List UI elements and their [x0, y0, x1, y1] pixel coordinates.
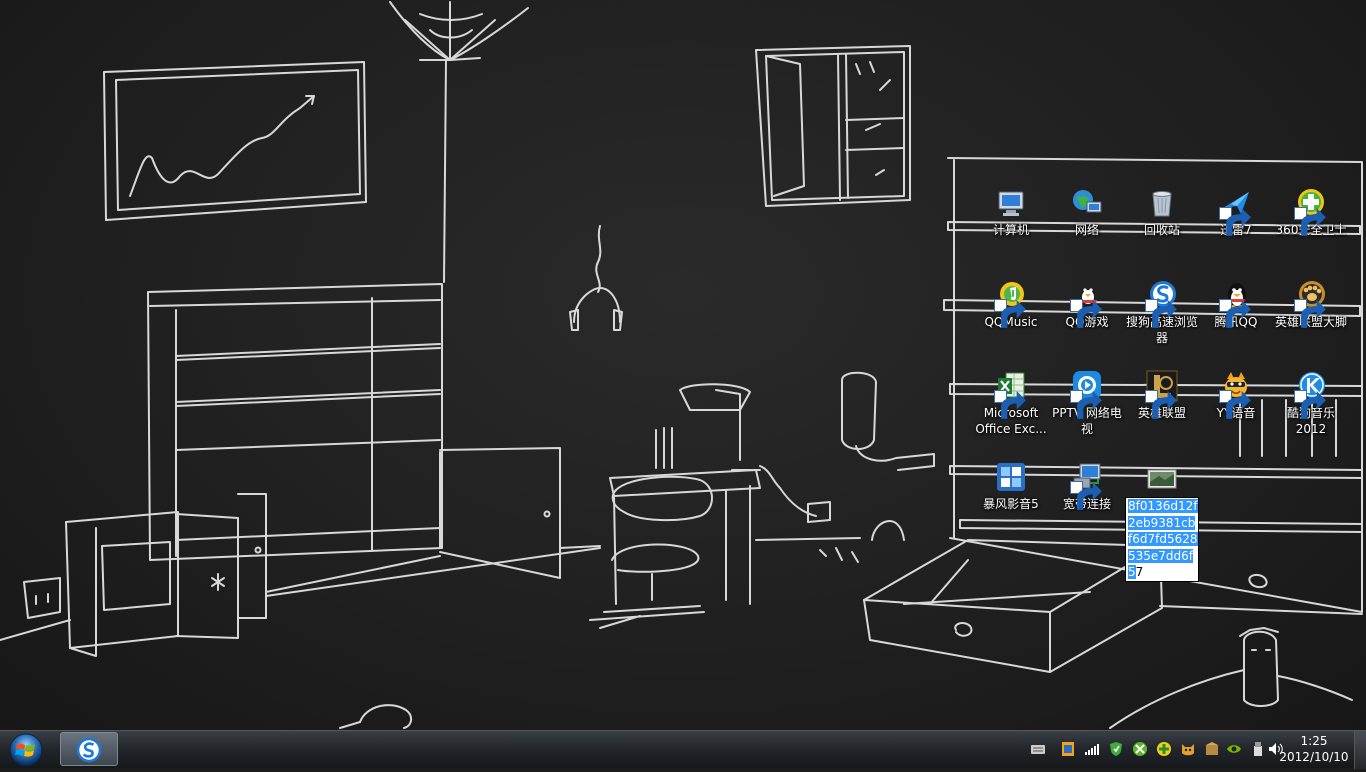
recycle-bin-icon — [1145, 186, 1179, 220]
shortcut-arrow-icon — [1294, 299, 1326, 328]
image-file-icon — [1145, 460, 1179, 494]
desktop-icon-qq[interactable]: 腾讯QQ — [1198, 278, 1274, 330]
shortcut-arrow-icon — [1070, 299, 1102, 328]
desktop-icon-broadband[interactable]: 宽带连接 — [1049, 460, 1125, 512]
desktop-icon-label: 计算机 — [992, 223, 1029, 237]
taskbar-clock[interactable]: 1:25 2012/10/10 — [1276, 733, 1352, 765]
taskbar: 1:25 2012/10/10 — [0, 730, 1366, 769]
lol-dajiao-icon — [1294, 278, 1328, 328]
qqgame-icon — [1070, 278, 1104, 328]
desktop-icon-network[interactable]: 网络 — [1049, 186, 1125, 238]
yy-voice-icon — [1219, 369, 1253, 419]
usb-icon[interactable] — [1250, 741, 1266, 757]
kugou-icon — [1294, 369, 1328, 419]
system-tray — [1026, 731, 1283, 769]
windows-start-icon[interactable] — [4, 732, 48, 767]
desktop-icon-computer[interactable]: 计算机 — [973, 186, 1049, 238]
nvidia-icon[interactable] — [1226, 741, 1242, 757]
rename-unselected-text: 7 — [1135, 565, 1144, 579]
desktop-icon-360-safe[interactable]: 360安全卫士 — [1273, 186, 1349, 238]
desktop-icon-qqgame[interactable]: QQ游戏 — [1049, 278, 1125, 330]
lol-icon — [1145, 369, 1179, 419]
360-shield-icon[interactable] — [1108, 741, 1124, 757]
desktop-icon-qqmusic[interactable]: QQMusic — [973, 278, 1049, 330]
box-icon[interactable] — [1204, 741, 1220, 757]
shortcut-arrow-icon — [1219, 207, 1251, 236]
taskbar-sogou-browser-button[interactable] — [60, 732, 118, 766]
desktop-icon-yy[interactable]: YY语音 — [1198, 369, 1274, 421]
shortcut-arrow-icon — [1294, 390, 1326, 419]
excel-icon — [994, 369, 1028, 419]
desktop-icon-lol[interactable]: 英雄联盟 — [1124, 369, 1200, 421]
show-desktop-button[interactable] — [1354, 731, 1366, 769]
xbox-icon[interactable] — [1132, 741, 1148, 757]
pptv-icon — [1070, 369, 1104, 419]
qqmusic-icon — [994, 278, 1028, 328]
shortcut-arrow-icon — [1219, 299, 1251, 328]
sogou-browser-icon — [1145, 278, 1179, 328]
desktop-icon-label: 网络 — [1074, 223, 1099, 237]
shortcut-arrow-icon — [1070, 390, 1102, 419]
chalk-room-wallpaper — [0, 1, 1363, 729]
keyboard-icon[interactable] — [1030, 741, 1046, 757]
desktop-icon-sogou-browser[interactable]: 搜狗高速浏览器 — [1124, 278, 1200, 346]
shortcut-arrow-icon — [994, 299, 1026, 328]
shortcut-arrow-icon — [1145, 299, 1177, 328]
xunlei-icon — [1219, 186, 1253, 236]
shortcut-arrow-icon — [1294, 207, 1326, 236]
qq-penguin-icon — [1219, 278, 1253, 328]
desktop-icon-pptv[interactable]: PPTV 网络电视 — [1049, 369, 1125, 437]
desktop-icon-recycle-bin[interactable]: 回收站 — [1124, 186, 1200, 238]
desktop-icon-excel[interactable]: Microsoft Office Exc... — [973, 369, 1049, 437]
green-plus-icon[interactable] — [1156, 741, 1172, 757]
desktop-icon-lol-dajiao[interactable]: 英雄联盟大脚 — [1273, 278, 1349, 330]
desktop-icon-label: 回收站 — [1143, 223, 1180, 237]
cat-icon[interactable] — [1180, 741, 1196, 757]
desktop-icon-kugou[interactable]: 酷狗音乐2012 — [1273, 369, 1349, 437]
flag-icon[interactable] — [1060, 741, 1076, 757]
shortcut-arrow-icon — [1219, 390, 1251, 419]
clock-time: 1:25 — [1300, 734, 1328, 748]
rename-textbox[interactable]: 8f0136d12f2eb9381cbf6d7fd5628535e7dd6f57 — [1125, 497, 1199, 582]
network-icon — [1070, 186, 1104, 220]
desktop-icon-image-file[interactable] — [1124, 460, 1200, 496]
signal-icon[interactable] — [1084, 741, 1100, 757]
baofeng-icon — [994, 460, 1028, 494]
desktop-icon-label: 暴风影音5 — [983, 497, 1039, 511]
shortcut-arrow-icon — [1145, 390, 1177, 419]
desktop-icon-baofeng[interactable]: 暴风影音5 — [973, 460, 1049, 512]
computer-icon — [994, 186, 1028, 220]
desktop-icon-xunlei[interactable]: 迅雷7 — [1198, 186, 1274, 238]
broadband-icon — [1070, 460, 1104, 510]
sogou-browser-icon — [76, 737, 102, 763]
shortcut-arrow-icon — [994, 390, 1026, 419]
desktop[interactable]: 计算机 网络 回收站 迅雷7 360安全卫士 QQMusic QQ游戏 搜狗高速… — [0, 0, 1366, 730]
clock-date: 2012/10/10 — [1279, 750, 1349, 764]
shortcut-arrow-icon — [1070, 481, 1102, 510]
360-safe-icon — [1294, 186, 1328, 236]
